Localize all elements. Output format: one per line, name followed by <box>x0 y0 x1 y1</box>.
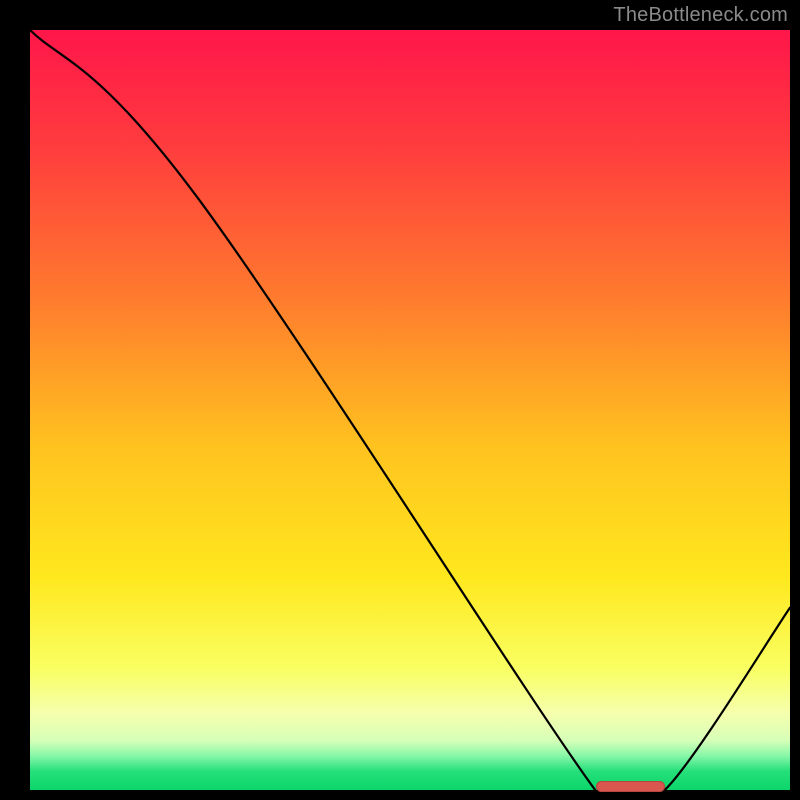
optimal-range-marker <box>596 781 664 792</box>
chart-stage: TheBottleneck.com <box>0 0 800 800</box>
plot-area <box>30 30 790 790</box>
bottleneck-curve <box>30 30 790 790</box>
watermark-text: TheBottleneck.com <box>613 4 788 27</box>
